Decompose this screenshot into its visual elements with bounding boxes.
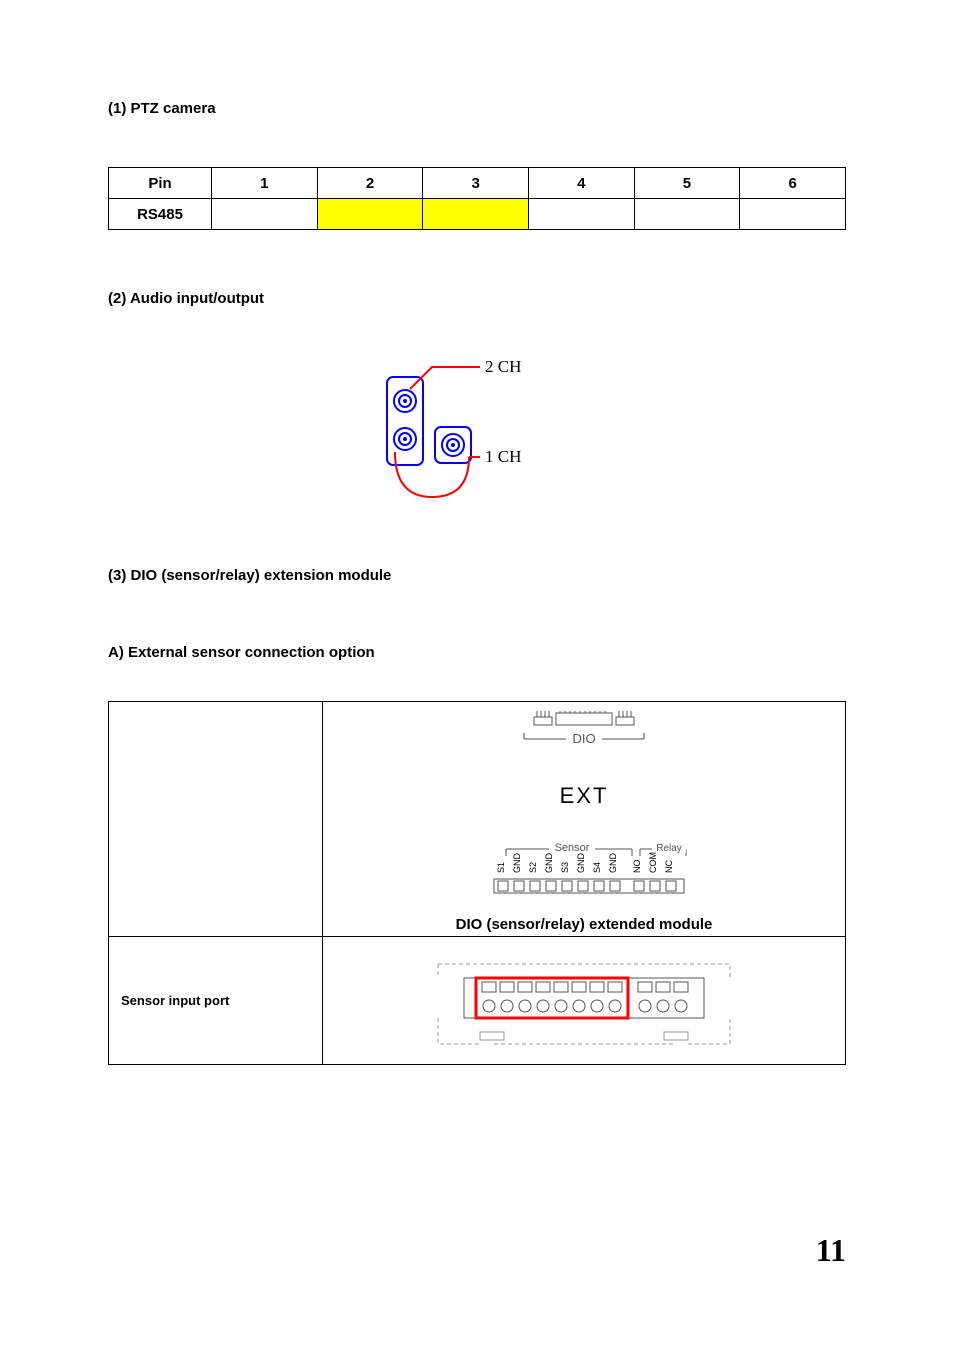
audio-2ch-label: 2 CH [485,357,521,377]
audio-diagram-svg [377,357,577,517]
pin-header-cell: 1 [212,168,318,199]
pin-table: Pin 1 2 3 4 5 6 RS485 [108,167,846,230]
pin-header-cell: 5 [634,168,740,199]
pin-header-cell: 6 [740,168,846,199]
pin-header-cell: Pin [109,168,212,199]
dio-module-figure-cell: DIO EXT [323,702,846,937]
dio-text: DIO [572,731,595,746]
rs485-cell [740,199,846,230]
dio-table: DIO EXT [108,701,846,1065]
table-row: Sensor input port [109,937,846,1065]
pin-label: S4 [592,862,602,873]
table-row: RS485 [109,199,846,230]
sensor-input-port-figure-cell [323,937,846,1065]
rs485-cell [634,199,740,230]
page: (1) PTZ camera Pin 1 2 3 4 5 6 RS485 (2)… [0,0,954,1349]
section-2-title: (2) Audio input/output [108,290,846,307]
dio-module-diagram: DIO EXT [454,711,714,914]
page-number: 11 [816,1232,846,1269]
ext-text: EXT [560,783,609,808]
dio-module-caption: DIO (sensor/relay) extended module [324,914,844,935]
dio-module-label-cell [109,702,323,937]
pin-header-cell: 3 [423,168,529,199]
pin-label: GND [544,853,554,874]
section-1-title: (1) PTZ camera [108,100,846,117]
sensor-input-port-label: Sensor input port [109,937,323,1065]
pin-label: S1 [496,862,506,873]
pin-label: S2 [528,862,538,873]
rs485-cell [212,199,318,230]
table-row: Pin 1 2 3 4 5 6 [109,168,846,199]
rs485-cell-highlight [317,199,423,230]
pin-label: GND [512,853,522,874]
pin-label: NC [664,860,674,873]
table-row: DIO EXT [109,702,846,937]
pin-label: GND [608,853,618,874]
relay-bracket-label: Relay [656,843,682,854]
sensor-bracket-label: Sensor [555,842,590,854]
rs485-cell [528,199,634,230]
pin-header-cell: 2 [317,168,423,199]
pin-label: COM [648,852,658,873]
rs485-label-cell: RS485 [109,199,212,230]
audio-1ch-label: 1 CH [485,447,521,467]
pin-label: NO [632,860,642,874]
pin-header-cell: 4 [528,168,634,199]
pin-label: S3 [560,862,570,873]
sensor-port-svg [424,956,744,1052]
section-3a-title: A) External sensor connection option [108,644,846,661]
pin-label: GND [576,853,586,874]
section-3-title: (3) DIO (sensor/relay) extension module [108,567,846,584]
rs485-cell-highlight [423,199,529,230]
dio-module-svg: DIO EXT [454,711,714,911]
audio-figure: 2 CH 1 CH [377,357,577,517]
